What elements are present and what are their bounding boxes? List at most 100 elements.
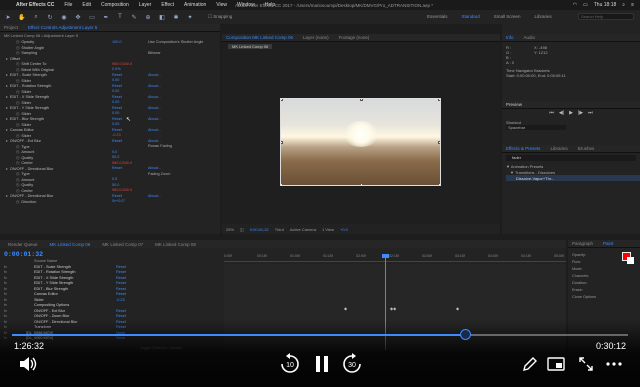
disclosure-triangle-icon[interactable]: ▸ bbox=[6, 84, 8, 88]
seek-bar[interactable] bbox=[12, 334, 628, 336]
effect-property-extra[interactable]: About... bbox=[148, 166, 161, 170]
tab-composition[interactable]: Composition MK Linked Comp 06 bbox=[226, 35, 293, 40]
stopwatch-icon[interactable]: ◷ bbox=[16, 189, 19, 193]
effect-property-extra[interactable]: About... bbox=[148, 194, 161, 198]
layer-value[interactable]: Reset bbox=[116, 287, 156, 291]
effect-property-value[interactable]: Reset bbox=[112, 84, 148, 88]
camera-select[interactable]: Active Camera bbox=[290, 227, 316, 232]
effect-property-value[interactable]: Reset bbox=[112, 95, 148, 99]
stopwatch-icon[interactable]: ◷ bbox=[16, 183, 19, 187]
disclosure-triangle-icon[interactable]: ▸ bbox=[6, 106, 8, 110]
play-icon[interactable]: ▶ bbox=[569, 110, 573, 116]
clock[interactable]: Thu 18:18 bbox=[594, 2, 617, 8]
stopwatch-icon[interactable]: ◷ bbox=[16, 68, 19, 72]
effect-property-extra[interactable]: About... bbox=[148, 128, 161, 132]
zoom-select[interactable]: 25% bbox=[226, 227, 234, 232]
keyframe-2[interactable]: ◆◆ bbox=[390, 306, 396, 311]
tab-project[interactable]: Project bbox=[4, 25, 18, 30]
keyframe-1[interactable]: ◆ bbox=[344, 306, 347, 311]
effect-property-value[interactable]: 50.0 bbox=[112, 183, 148, 187]
fx-switch-icon[interactable]: fx bbox=[0, 287, 20, 291]
effect-property-value[interactable]: 50.0 bbox=[112, 155, 148, 159]
effect-property-value[interactable]: 0.00 bbox=[112, 78, 148, 82]
stopwatch-icon[interactable]: ◷ bbox=[16, 145, 19, 149]
composition-subtab[interactable]: MK Linked Comp 06 bbox=[222, 42, 500, 50]
effect-property-extra[interactable]: About... bbox=[148, 73, 161, 77]
stopwatch-icon[interactable]: ◷ bbox=[16, 156, 19, 160]
effect-property-value[interactable]: 960.0,540.0 bbox=[112, 161, 148, 165]
fx-switch-icon[interactable]: fx bbox=[0, 303, 20, 307]
keyframe-3[interactable]: ◆ bbox=[456, 306, 459, 311]
fx-switch-icon[interactable]: fx bbox=[0, 298, 20, 302]
wifi-icon[interactable]: ◠ bbox=[573, 2, 577, 8]
tab-comp-08[interactable]: MK Linked Comp 08 bbox=[155, 242, 196, 247]
effect-property-value[interactable]: Reset bbox=[112, 194, 148, 198]
prev-frame-icon[interactable]: ◀| bbox=[559, 110, 564, 116]
layer-value[interactable]: Reset bbox=[116, 314, 156, 318]
stopwatch-icon[interactable]: ◷ bbox=[16, 178, 19, 182]
effect-property-value[interactable]: Reset bbox=[112, 139, 148, 143]
disclosure-triangle-icon[interactable]: ▸ bbox=[6, 139, 8, 143]
fx-switch-icon[interactable]: fx bbox=[0, 309, 20, 313]
clone-stamp-tool-icon[interactable]: ⊕ bbox=[144, 13, 152, 21]
layer-value[interactable]: Reset bbox=[116, 281, 156, 285]
zoom-tool-icon[interactable]: ⌕ bbox=[32, 13, 40, 21]
background-color-swatch[interactable] bbox=[627, 257, 634, 264]
battery-icon[interactable]: ▭ bbox=[583, 2, 588, 8]
stopwatch-icon[interactable]: ◷ bbox=[16, 134, 19, 138]
layer-value[interactable]: -0.23 bbox=[116, 298, 156, 302]
layer-value[interactable]: Reset bbox=[116, 292, 156, 296]
effect-property-row[interactable]: ◷ Direction 0x+0.0° bbox=[0, 199, 220, 205]
effect-property-value[interactable]: -0.23 bbox=[112, 133, 148, 137]
handle-br[interactable] bbox=[438, 183, 440, 185]
effect-property-row[interactable]: ◷ Opacity 100.0 Use Composition's Shutter A… bbox=[0, 39, 220, 45]
handle-ml[interactable] bbox=[281, 141, 283, 144]
snapping-checkbox[interactable]: ☐ Snapping bbox=[208, 14, 232, 20]
puppet-tool-icon[interactable]: ✦ bbox=[186, 13, 194, 21]
comp-timecode[interactable]: 0;00;01;32 bbox=[250, 227, 269, 232]
stopwatch-icon[interactable]: ◷ bbox=[16, 112, 19, 116]
effect-property-value[interactable]: 0.00 bbox=[112, 111, 148, 115]
next-frame-icon[interactable]: |▶ bbox=[578, 110, 583, 116]
views-select[interactable]: 1 View bbox=[322, 227, 334, 232]
preview-title[interactable]: Preview bbox=[506, 102, 522, 107]
disclosure-triangle-icon[interactable]: ▸ bbox=[6, 194, 8, 198]
disclosure-triangle-icon[interactable]: ▸ bbox=[6, 128, 8, 132]
hand-tool-icon[interactable]: ✋ bbox=[18, 13, 26, 21]
rectangle-tool-icon[interactable]: ▭ bbox=[88, 13, 96, 21]
fullscreen-icon[interactable] bbox=[576, 354, 596, 374]
stopwatch-icon[interactable]: ◷ bbox=[16, 90, 19, 94]
effect-property-value[interactable]: 0.00 bbox=[112, 89, 148, 93]
effect-property-extra[interactable]: About... bbox=[148, 117, 161, 121]
resolution-select[interactable]: Third bbox=[275, 227, 284, 232]
effect-property-value[interactable]: Reset bbox=[112, 128, 148, 132]
effect-property-extra[interactable]: About... bbox=[148, 106, 161, 110]
effect-property-value[interactable]: 0x+0.0° bbox=[112, 199, 148, 203]
tab-render-queue[interactable]: Render Queue bbox=[8, 242, 38, 247]
layer-value[interactable]: Reset bbox=[116, 270, 156, 274]
snapshot-icon[interactable]: ◫ bbox=[240, 227, 244, 232]
effect-property-value[interactable]: 0.00 bbox=[112, 100, 148, 104]
stopwatch-icon[interactable]: ◷ bbox=[16, 62, 19, 66]
effect-property-extra[interactable]: About... bbox=[148, 84, 161, 88]
handle-mr[interactable] bbox=[438, 141, 440, 144]
stopwatch-icon[interactable]: ◷ bbox=[16, 150, 19, 154]
layer-value[interactable]: Reset bbox=[116, 265, 156, 269]
effect-property-value[interactable]: Reset bbox=[112, 106, 148, 110]
layer-value[interactable]: Reset bbox=[116, 309, 156, 313]
tab-comp-06[interactable]: MK Linked Comp 06 bbox=[50, 242, 91, 247]
menu-list-icon[interactable]: ≡ bbox=[631, 2, 634, 8]
effect-property-value[interactable]: 960.0,540.0 bbox=[112, 188, 148, 192]
effect-property-value[interactable]: 0.0 bbox=[112, 150, 148, 154]
disclosure-triangle-icon[interactable]: ▸ bbox=[6, 73, 8, 77]
type-tool-icon[interactable]: T bbox=[116, 13, 124, 21]
selection-tool-icon[interactable]: ➤ bbox=[4, 13, 12, 21]
annotate-pen-icon[interactable] bbox=[520, 354, 540, 374]
handle-tr[interactable] bbox=[438, 99, 440, 101]
fx-switch-icon[interactable]: fx bbox=[0, 265, 20, 269]
effect-property-extra[interactable]: About... bbox=[148, 95, 161, 99]
stopwatch-icon[interactable]: ◷ bbox=[16, 51, 19, 55]
play-pause-button[interactable] bbox=[310, 352, 334, 376]
workspace-libraries[interactable]: Libraries bbox=[535, 14, 552, 19]
search-icon[interactable]: ⌕ bbox=[622, 2, 625, 8]
